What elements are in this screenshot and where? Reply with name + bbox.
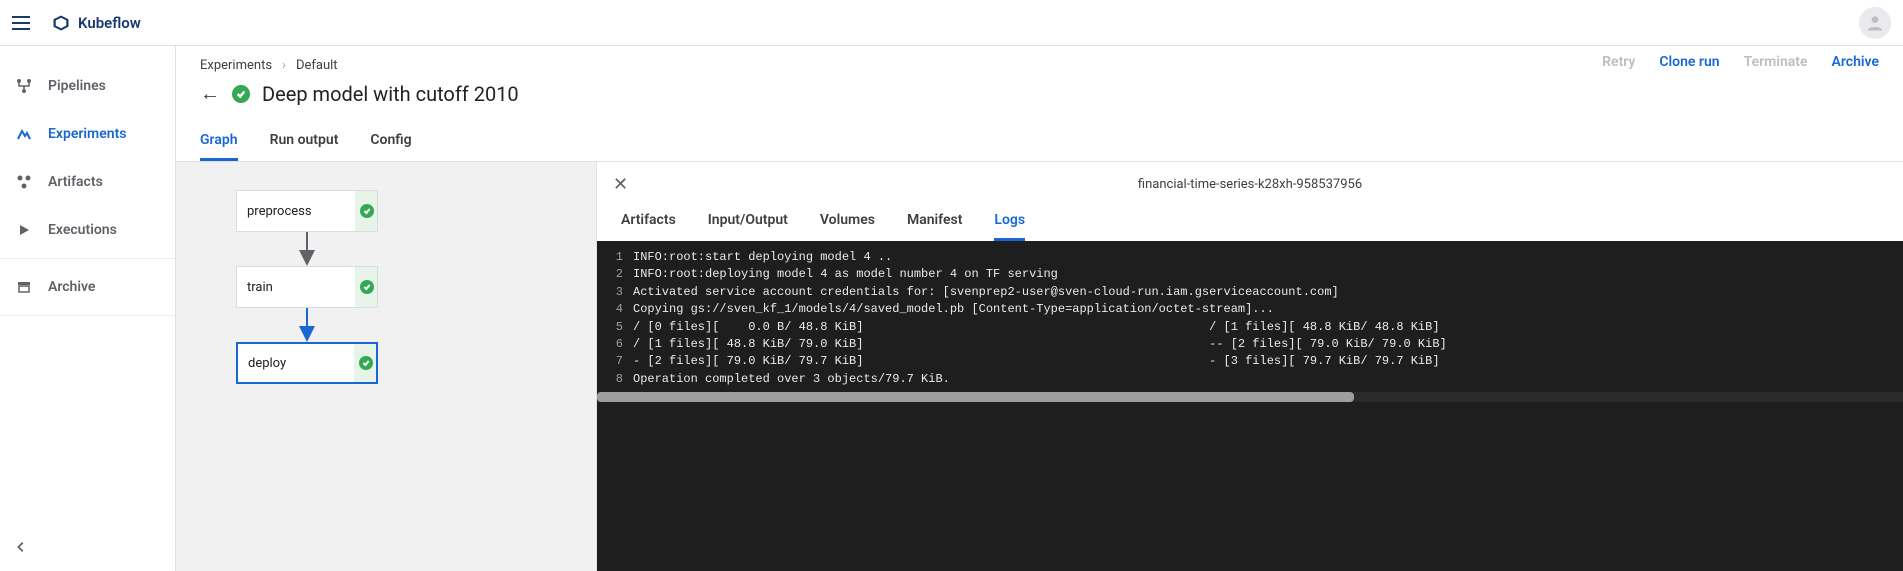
node-status-icon (355, 267, 377, 307)
brand[interactable]: Kubeflow (52, 14, 141, 32)
graph-node-train[interactable]: train (236, 266, 378, 308)
chevron-left-icon (14, 540, 28, 554)
node-label: deploy (238, 356, 354, 371)
node-status-icon (355, 191, 377, 231)
sidebar-item-experiments[interactable]: Experiments (0, 110, 175, 158)
sidebar: Pipelines Experiments Artifacts Executio… (0, 46, 176, 571)
panel-tab-artifacts[interactable]: Artifacts (621, 206, 676, 241)
separator (0, 315, 175, 316)
experiments-icon (14, 126, 34, 142)
node-status-icon (354, 344, 376, 382)
retry-button: Retry (1602, 54, 1635, 70)
page-title: Deep model with cutoff 2010 (262, 82, 519, 106)
archive-icon (14, 279, 34, 295)
content: preprocess train deploy ✕ (176, 161, 1903, 571)
panel-tab-input-output[interactable]: Input/Output (708, 206, 788, 241)
tab-run-output[interactable]: Run output (270, 124, 339, 161)
close-icon[interactable]: ✕ (613, 174, 628, 195)
sidebar-item-archive[interactable]: Archive (0, 263, 175, 311)
artifacts-icon (14, 174, 34, 190)
sidebar-item-executions[interactable]: Executions (0, 206, 175, 254)
main: Experiments › Default ← Deep model with … (176, 46, 1903, 571)
page-header: Experiments › Default ← Deep model with … (176, 46, 1903, 161)
tab-config[interactable]: Config (370, 124, 411, 161)
tab-graph[interactable]: Graph (200, 124, 238, 161)
sidebar-item-artifacts[interactable]: Artifacts (0, 158, 175, 206)
page-actions: Retry Clone run Terminate Archive (1602, 54, 1879, 70)
panel-tab-volumes[interactable]: Volumes (820, 206, 875, 241)
sidebar-item-pipelines[interactable]: Pipelines (0, 62, 175, 110)
graph-node-deploy[interactable]: deploy (236, 342, 378, 384)
executions-icon (14, 222, 34, 238)
graph-node-preprocess[interactable]: preprocess (236, 190, 378, 232)
sidebar-item-label: Artifacts (48, 174, 103, 190)
logs-view[interactable]: 1INFO:root:start deploying model 4 .. 2I… (597, 241, 1903, 571)
breadcrumb-separator: › (282, 58, 286, 73)
horizontal-scrollbar[interactable] (597, 392, 1903, 402)
back-arrow-icon[interactable]: ← (200, 81, 220, 106)
sidebar-item-label: Experiments (48, 126, 126, 142)
separator (0, 258, 175, 259)
panel-tabs: Artifacts Input/Output Volumes Manifest … (597, 206, 1903, 241)
pipelines-icon (14, 78, 34, 94)
clone-run-button[interactable]: Clone run (1659, 54, 1719, 70)
person-icon (1865, 13, 1885, 33)
run-tabs: Graph Run output Config (200, 124, 1879, 161)
sidebar-item-label: Executions (48, 222, 117, 238)
node-label: preprocess (237, 204, 355, 219)
breadcrumb-item[interactable]: Default (296, 58, 338, 73)
status-success-icon (232, 85, 250, 103)
user-avatar[interactable] (1859, 7, 1891, 39)
topbar: Kubeflow (0, 0, 1903, 46)
brand-name: Kubeflow (78, 14, 141, 32)
panel-tab-logs[interactable]: Logs (994, 206, 1025, 241)
kubeflow-logo-icon (52, 14, 70, 32)
sidebar-item-label: Pipelines (48, 78, 106, 94)
panel-tab-manifest[interactable]: Manifest (907, 206, 962, 241)
sidebar-item-label: Archive (48, 279, 95, 295)
menu-icon[interactable] (12, 11, 36, 35)
panel-title: financial-time-series-k28xh-958537956 (1138, 177, 1362, 192)
archive-button[interactable]: Archive (1832, 54, 1879, 70)
node-label: train (237, 280, 355, 295)
node-detail-panel: ✕ financial-time-series-k28xh-958537956 … (596, 162, 1903, 571)
log-output: 1INFO:root:start deploying model 4 .. 2I… (597, 241, 1903, 392)
graph-area[interactable]: preprocess train deploy (176, 162, 596, 571)
sidebar-collapse-button[interactable] (0, 523, 175, 571)
terminate-button: Terminate (1744, 54, 1808, 70)
breadcrumb-item[interactable]: Experiments (200, 58, 272, 73)
